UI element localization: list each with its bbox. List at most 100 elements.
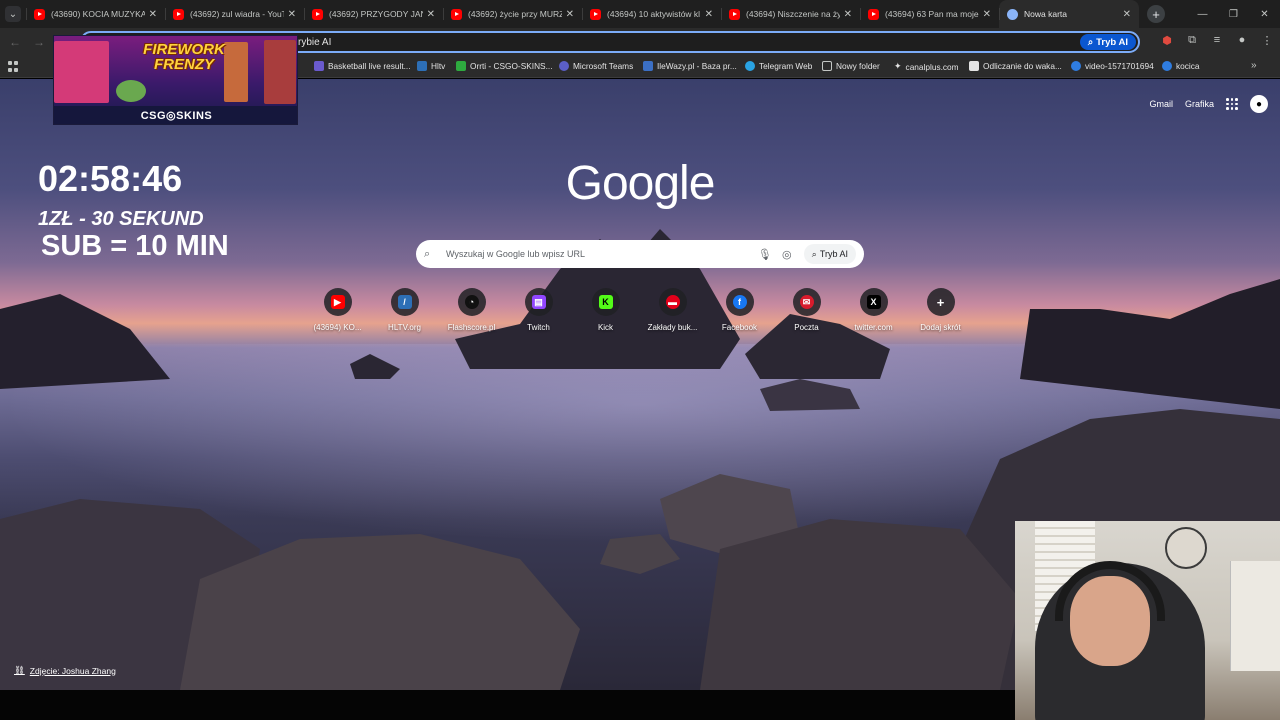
forward-icon[interactable]: → [33,35,45,49]
shortcut-tile[interactable]: Xtwitter.com [840,288,907,332]
bookmark-item[interactable]: Microsoft Teams [559,61,633,71]
ai-mode-button[interactable]: ⌕ Tryb AI [1079,34,1136,50]
photo-credit-link[interactable]: ⛓ Zdjęcie: Joshua Zhang [14,665,116,676]
bookmark-icon [417,61,427,71]
gmail-link[interactable]: Gmail [1149,99,1173,109]
browser-tab[interactable]: (43692) PRZYGODY JANU ✕ [304,0,443,28]
bookmark-label: canalplus.com [905,61,959,72]
bookmark-label: Basketball live result... [328,61,411,71]
search-box[interactable]: ⌕ 🎙 ◎ ⌕Tryb AI [416,240,864,268]
shortcut-tile[interactable]: f Facebook [706,288,773,332]
tab-search-button[interactable]: ⌄ [0,0,26,28]
ai-mode-search-button[interactable]: ⌕ Tryb AI [803,244,856,264]
bookmark-item[interactable]: Telegram Web [745,61,812,71]
back-icon[interactable]: ← [9,35,21,49]
youtube-icon [34,8,45,20]
facebook-icon: f [732,295,747,309]
browser-tab[interactable]: (43690) KOCIA MUZYKA ... ✕ [26,0,165,28]
browser-tab[interactable]: (43694) Niszczenie na życ ✕ [721,0,860,28]
close-icon[interactable]: ✕ [566,9,574,20]
close-window-icon[interactable]: ✕ [1249,0,1280,28]
youtube-icon [590,8,601,20]
sponsor-banner: FIREWORK FRENZY CSG◎SKINS [53,35,298,125]
browser-tab[interactable]: (43692) życie przy MURZ ✕ [443,0,582,28]
extension-red-icon[interactable]: ⬢ [1160,33,1174,47]
photo-credit-text: Zdjęcie: Joshua Zhang [29,665,116,676]
bookmark-item[interactable]: ✦ canalplus.com [894,61,959,72]
page-icon [969,61,979,71]
restore-icon[interactable]: ❐ [1218,0,1249,28]
bookmark-label: kocica [1176,61,1200,71]
close-icon[interactable]: ✕ [983,9,991,20]
shortcut-tile[interactable]: ▤ Twitch [505,288,572,332]
more-bookmarks-icon[interactable]: » [1251,60,1257,71]
bookmark-item[interactable]: video-1571701694 [1071,61,1154,71]
shortcut-tile[interactable]: ◔ Flashscore.pl [438,288,505,332]
menu-icon[interactable]: ⋮ [1260,33,1274,47]
extensions-icon[interactable]: ⧉ [1185,33,1199,47]
shortcut-tile[interactable]: ▬ Zakłady buk... [639,288,706,332]
plus-icon: + [936,294,945,310]
tab-title: (43692) PRZYGODY JANU [329,9,423,19]
bookmark-icon [314,61,324,71]
apps-icon[interactable] [8,61,19,72]
bookmark-label: Nowy folder [836,61,880,71]
browser-tab[interactable]: (43692) zul wiadra - YouTu ✕ [165,0,304,28]
close-icon[interactable]: ✕ [705,9,713,20]
donation-rate-text: 1ZŁ - 30 SEKUND [38,208,204,230]
google-top-links: Gmail Grafika ● [1149,95,1268,113]
bookmark-item[interactable]: Orrti - CSGO-SKINS... [456,61,553,71]
bookmark-item[interactable]: kocica [1162,61,1200,71]
bookmark-icon [643,61,653,71]
microphone-icon[interactable]: 🎙 [754,248,776,261]
shortcut-tile[interactable]: ✉ Poczta [773,288,840,332]
bookmark-icon [1162,61,1172,71]
shortcut-label: twitter.com [854,323,893,332]
folder-icon [822,61,832,71]
tab-title: (43692) życie przy MURZ [468,9,562,19]
browser-tab-active[interactable]: Nowa karta ✕ [999,0,1139,28]
close-icon[interactable]: ✕ [288,9,296,20]
minimize-icon[interactable]: — [1187,0,1218,28]
google-apps-icon[interactable] [1226,98,1238,110]
new-tab-button[interactable]: + [1147,5,1165,23]
betting-icon: ▬ [665,295,680,309]
media-icon[interactable]: ≡ [1210,33,1224,47]
profile-icon[interactable]: ● [1235,33,1249,47]
bookmark-item[interactable]: Odliczanie do waka... [969,61,1062,71]
images-link[interactable]: Grafika [1185,99,1214,109]
webcam-feed [1015,521,1280,720]
bookmark-label: IleWazy.pl - Baza pr... [657,61,737,71]
bookmark-item[interactable]: Hltv [417,61,445,71]
shortcut-tile[interactable]: / HLTV.org [371,288,438,332]
bookmark-item[interactable]: Basketball live result... [314,61,411,71]
shortcut-tile[interactable]: K Kick [572,288,639,332]
browser-tab[interactable]: (43694) 63 Pan ma moje ✕ [860,0,999,28]
shortcut-label: Zakłady buk... [647,323,698,332]
chevron-down-icon: ⌄ [5,6,21,22]
bookmark-label: Microsoft Teams [573,61,634,71]
toolbar-icons: ⬢ ⧉ ≡ ● ⋮ [1160,33,1274,47]
shortcut-label: (43694) KO... [313,323,362,332]
frog-mascot-illustration [116,80,146,102]
youtube-icon: ▶ [330,295,345,309]
add-shortcut-tile[interactable]: + Dodaj skrót [907,288,974,332]
close-icon[interactable]: ✕ [427,9,435,20]
bookmark-item[interactable]: IleWazy.pl - Baza pr... [643,61,737,71]
bookmark-label: Telegram Web [759,61,813,71]
youtube-icon [868,8,879,20]
browser-tab[interactable]: (43694) 10 aktywistów kl ✕ [582,0,721,28]
shortcut-label: Facebook [721,323,758,332]
close-icon[interactable]: ✕ [1123,9,1131,20]
close-icon[interactable]: ✕ [844,9,852,20]
account-avatar[interactable]: ● [1250,95,1268,113]
bookmark-folder[interactable]: Nowy folder [822,61,880,71]
tab-title: (43690) KOCIA MUZYKA ... [51,9,145,19]
shortcut-label: Twitch [527,323,550,332]
search-input[interactable] [446,249,754,259]
close-icon[interactable]: ✕ [149,9,157,20]
shortcut-tile[interactable]: ▶ (43694) KO... [304,288,371,332]
lens-icon[interactable]: ◎ [776,248,798,261]
tab-title: (43692) zul wiadra - YouTu [190,9,284,19]
telegram-icon [745,61,755,71]
